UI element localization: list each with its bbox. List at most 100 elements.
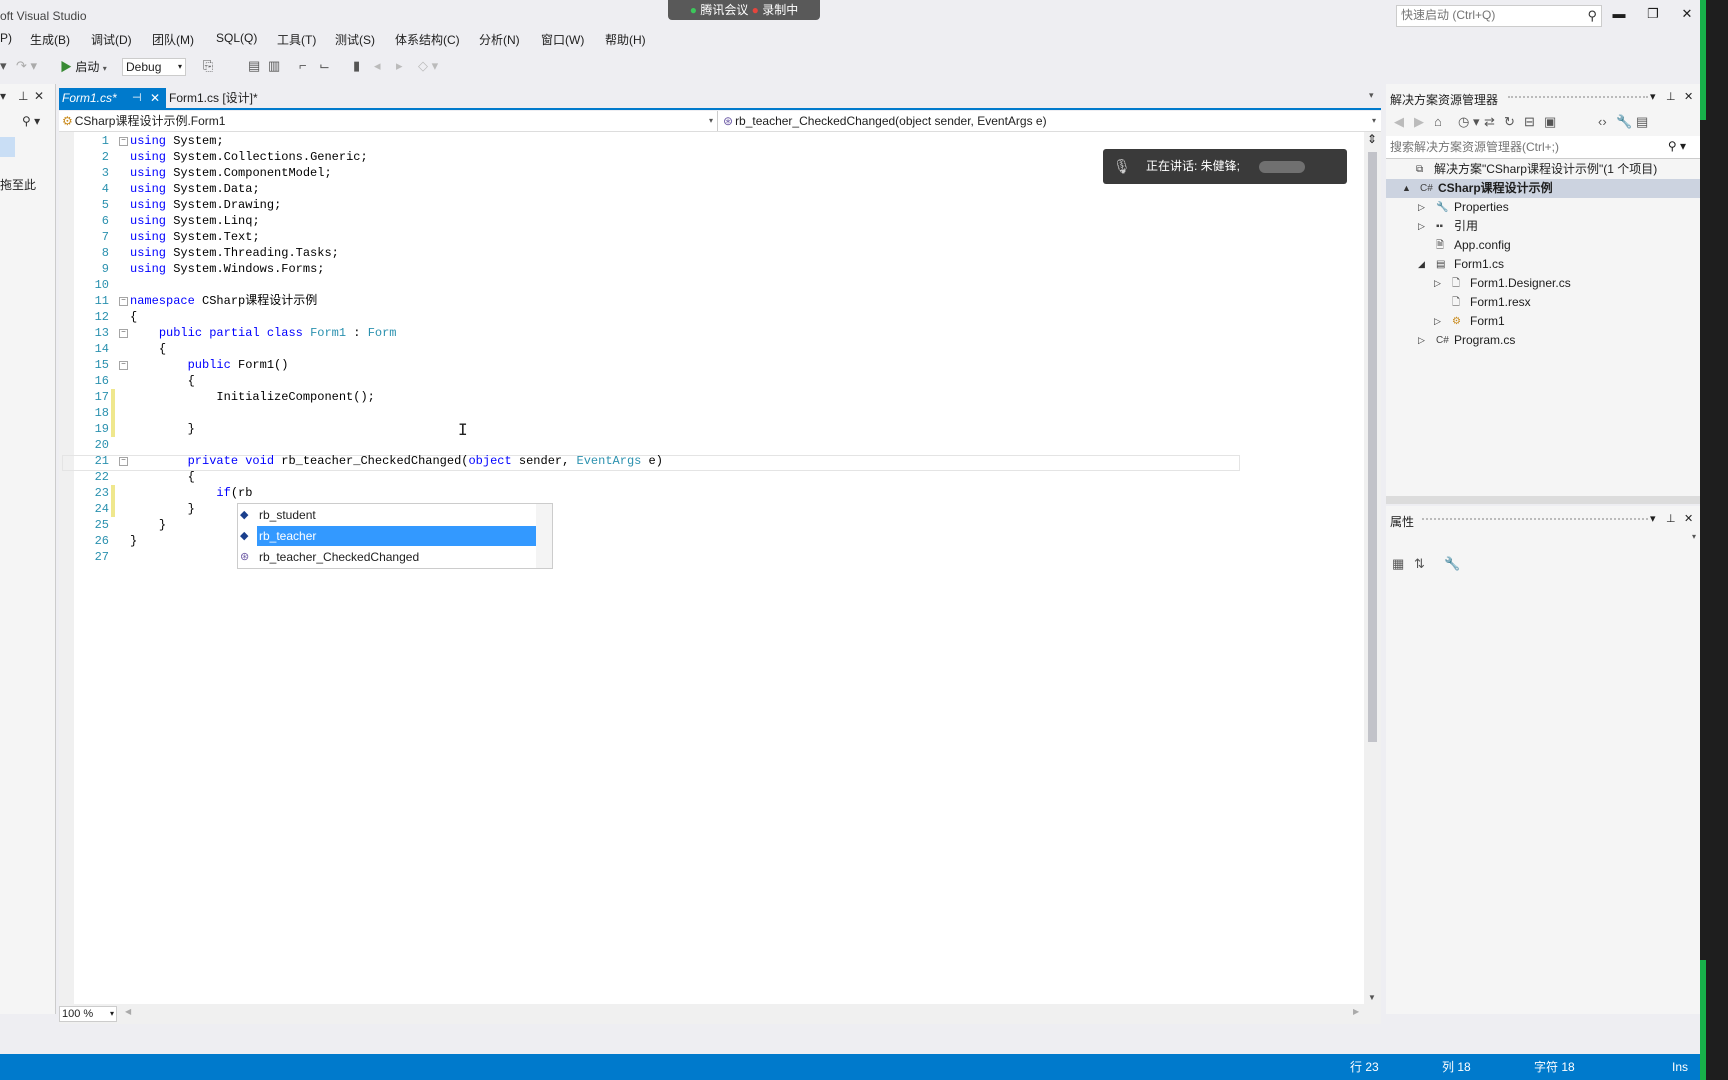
code-line[interactable]: 23 if(rb bbox=[59, 485, 1359, 501]
intellisense-popup[interactable]: ◆ rb_student ◆ rb_teacher ⊛ rb_teacher_Chec… bbox=[237, 503, 553, 569]
expand-arrow-icon[interactable]: ▷ bbox=[1418, 217, 1425, 236]
tree-node[interactable]: ▲ C# CSharp课程设计示例 bbox=[1386, 179, 1700, 198]
menu-project[interactable]: P) bbox=[0, 31, 12, 45]
scroll-thumb[interactable] bbox=[1368, 152, 1377, 742]
bookmark-icon[interactable]: ▮ bbox=[353, 58, 360, 74]
wrench-icon[interactable]: 🔧 bbox=[1616, 114, 1632, 130]
minimize-button[interactable]: ▬ bbox=[1609, 6, 1629, 24]
code-line[interactable]: 21 − private void rb_teacher_CheckedChang… bbox=[59, 453, 1359, 469]
code-line[interactable]: 14 { bbox=[59, 341, 1359, 357]
expand-arrow-icon[interactable]: ▷ bbox=[1418, 331, 1425, 350]
code-line[interactable]: 9 using System.Windows.Forms; bbox=[59, 261, 1359, 277]
expand-arrow-icon[interactable]: ▲ bbox=[1402, 179, 1411, 198]
tree-node[interactable]: 🗎 App.config bbox=[1386, 236, 1700, 255]
expand-arrow-icon[interactable]: ▷ bbox=[1434, 312, 1441, 331]
redo-icon[interactable]: ↷ ▾ bbox=[16, 58, 37, 74]
find-icon[interactable]: ⎘ bbox=[203, 58, 213, 74]
menu-test[interactable]: 测试(S) bbox=[335, 31, 375, 48]
tree-node[interactable]: ▷ ⚙ Form1 bbox=[1386, 312, 1700, 331]
vertical-scrollbar[interactable]: ⇕ ▼ bbox=[1364, 132, 1381, 1004]
pin-icon[interactable]: ⊥ bbox=[18, 89, 28, 103]
close-icon[interactable]: ✕ bbox=[1684, 90, 1693, 103]
expand-arrow-icon[interactable]: ▷ bbox=[1418, 198, 1425, 217]
split-icon[interactable]: ⇕ bbox=[1367, 132, 1377, 146]
preview-icon[interactable]: ▤ bbox=[1636, 114, 1648, 130]
forward-icon[interactable]: ▶ bbox=[1414, 114, 1424, 130]
completion-scrollbar[interactable] bbox=[536, 504, 552, 568]
menu-window[interactable]: 窗口(W) bbox=[541, 31, 584, 48]
menu-help[interactable]: 帮助(H) bbox=[605, 31, 646, 48]
code-line[interactable]: 15 − public Form1() bbox=[59, 357, 1359, 373]
collapse-icon[interactable]: − bbox=[119, 361, 128, 370]
code-line[interactable]: 22 { bbox=[59, 469, 1359, 485]
scroll-left-icon[interactable]: ◀ bbox=[125, 1007, 131, 1016]
tree-node[interactable]: ◢ ▤ Form1.cs bbox=[1386, 255, 1700, 274]
menu-build[interactable]: 生成(B) bbox=[30, 31, 70, 48]
collapse-icon[interactable]: − bbox=[119, 297, 128, 306]
zoom-select[interactable]: 100 % ▾ bbox=[59, 1006, 117, 1022]
scroll-right-icon[interactable]: ▶ bbox=[1353, 1007, 1359, 1016]
tree-node[interactable]: ▷ C# Program.cs bbox=[1386, 331, 1700, 350]
completion-item[interactable]: ◆ rb_student bbox=[238, 505, 536, 525]
collapse-icon[interactable]: − bbox=[119, 137, 128, 146]
property-pages-icon[interactable]: 🔧 bbox=[1444, 556, 1460, 572]
search-icon[interactable]: ⚲ bbox=[1587, 8, 1597, 24]
menu-analyze[interactable]: 分析(N) bbox=[479, 31, 520, 48]
type-dropdown[interactable]: ⚙ CSharp课程设计示例.Form1 ▾ bbox=[59, 111, 718, 131]
search-icon[interactable]: ⚲ ▾ bbox=[22, 114, 40, 128]
tree-node[interactable]: ▷ 🔧 Properties bbox=[1386, 198, 1700, 217]
tree-node[interactable]: ⧉ 解决方案"CSharp课程设计示例"(1 个项目) bbox=[1386, 160, 1700, 179]
uncomment-icon[interactable]: ⌙ bbox=[319, 58, 330, 74]
tree-node[interactable]: 🗋 Form1.resx bbox=[1386, 293, 1700, 312]
scroll-down-icon[interactable]: ▼ bbox=[1368, 993, 1376, 1002]
pin-icon[interactable]: ⊥ bbox=[1666, 90, 1676, 103]
menu-tools[interactable]: 工具(T) bbox=[277, 31, 316, 48]
quick-launch-box[interactable]: ⚲ bbox=[1396, 5, 1602, 27]
code-line[interactable]: 12 { bbox=[59, 309, 1359, 325]
tab-form1-cs[interactable]: Form1.cs* ⊣ ✕ bbox=[59, 88, 166, 108]
tab-form1-design[interactable]: Form1.cs [设计]* bbox=[169, 88, 258, 108]
panel-grip[interactable] bbox=[1422, 518, 1648, 524]
menu-sql[interactable]: SQL(Q) bbox=[216, 31, 257, 45]
home-icon[interactable]: ⌂ bbox=[1434, 114, 1442, 129]
comment-icon[interactable]: ⌐ bbox=[299, 58, 307, 73]
collapse-icon[interactable]: − bbox=[119, 457, 128, 466]
code-line[interactable]: 17 InitializeComponent(); bbox=[59, 389, 1359, 405]
tab-overflow-icon[interactable]: ▾ bbox=[1369, 90, 1374, 101]
clear-bookmarks-icon[interactable]: ◇ ▾ bbox=[418, 58, 438, 74]
pin-icon[interactable]: ⊣ bbox=[132, 88, 142, 108]
expand-arrow-icon[interactable]: ▷ bbox=[1434, 274, 1441, 293]
member-dropdown[interactable]: ⊛ rb_teacher_CheckedChanged(object sender… bbox=[720, 111, 1380, 131]
align-icon[interactable]: ▤ bbox=[248, 58, 260, 74]
collapse-all-icon[interactable]: ⊟ bbox=[1524, 114, 1535, 130]
configuration-select[interactable]: Debug ▾ bbox=[122, 58, 186, 76]
meeting-banner[interactable]: ● 腾讯会议 ● 录制中 bbox=[668, 0, 820, 20]
layout-icon[interactable]: ▥ bbox=[268, 58, 280, 74]
show-all-files-icon[interactable]: ▣ bbox=[1544, 114, 1556, 130]
close-icon[interactable]: ✕ bbox=[34, 89, 44, 103]
panel-dropdown-icon[interactable]: ▾ bbox=[0, 89, 6, 103]
search-icon[interactable]: ⚲ ▾ bbox=[1668, 139, 1686, 153]
completion-item[interactable]: ⊛ rb_teacher_CheckedChanged bbox=[238, 547, 536, 567]
menu-team[interactable]: 团队(M) bbox=[152, 31, 194, 48]
panel-grip[interactable] bbox=[1508, 96, 1648, 102]
next-bookmark-icon[interactable]: ▸ bbox=[396, 58, 403, 74]
pin-icon[interactable]: ⊥ bbox=[1666, 512, 1676, 525]
code-line[interactable]: 19 } bbox=[59, 421, 1359, 437]
close-window-button[interactable]: ✕ bbox=[1677, 6, 1697, 24]
navigate-back-icon[interactable]: ▾ bbox=[0, 58, 7, 74]
tree-node[interactable]: ▷ ▪▪ 引用 bbox=[1386, 217, 1700, 236]
code-line[interactable]: 10 bbox=[59, 277, 1359, 293]
history-icon[interactable]: ◷ ▾ bbox=[1458, 114, 1479, 130]
code-line[interactable]: 18 bbox=[59, 405, 1359, 421]
menu-debug[interactable]: 调试(D) bbox=[91, 31, 132, 48]
code-line[interactable]: 16 { bbox=[59, 373, 1359, 389]
completion-item-selected[interactable]: ◆ rb_teacher bbox=[238, 526, 536, 546]
code-line[interactable]: 11 − namespace CSharp课程设计示例 bbox=[59, 293, 1359, 309]
expand-arrow-icon[interactable]: ◢ bbox=[1418, 255, 1425, 274]
solution-search-box[interactable]: ⚲ ▾ bbox=[1386, 136, 1700, 159]
chevron-down-icon[interactable]: ▾ bbox=[1650, 512, 1656, 525]
categorized-icon[interactable]: ▦ bbox=[1392, 556, 1404, 572]
code-line[interactable]: 1 − using System; bbox=[59, 133, 1359, 149]
code-line[interactable]: 13 − public partial class Form1 : Form bbox=[59, 325, 1359, 341]
